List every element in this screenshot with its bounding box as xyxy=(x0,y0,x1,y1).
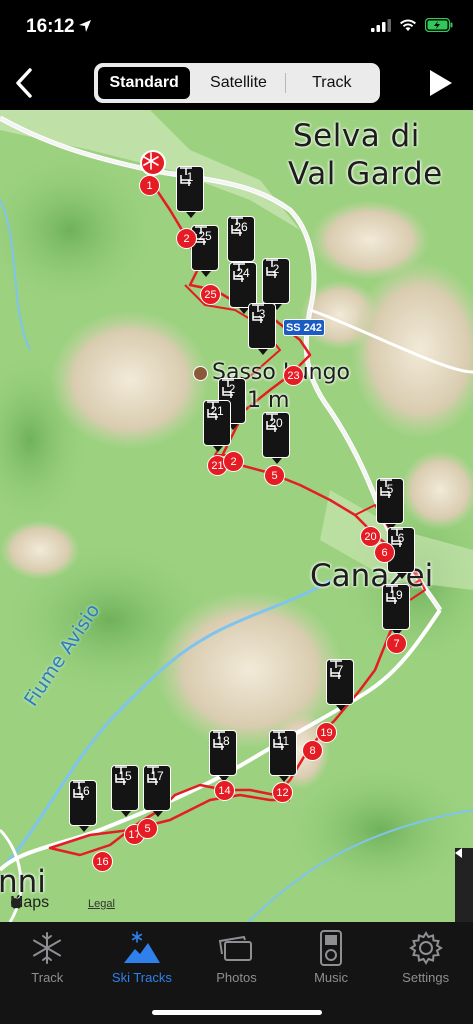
lift-marker[interactable]: 2 xyxy=(262,258,290,310)
segment-satellite[interactable]: Satellite xyxy=(192,65,284,101)
chairlift-icon xyxy=(115,766,127,785)
lift-marker[interactable]: 26 xyxy=(227,216,255,268)
chairlift-icon xyxy=(233,263,245,282)
music-player-icon xyxy=(320,930,343,966)
tab-label: Settings xyxy=(402,970,450,985)
run-marker[interactable]: 25 xyxy=(200,284,221,305)
lift-marker[interactable]: 5 xyxy=(376,478,404,530)
chairlift-icon xyxy=(231,217,243,236)
snowflake-icon xyxy=(33,932,62,964)
road-shield: SS 242 xyxy=(283,319,325,336)
tab-label: Ski Tracks xyxy=(111,970,172,985)
chevron-left-icon xyxy=(16,68,32,98)
location-arrow-icon xyxy=(79,20,91,32)
snowflake-icon xyxy=(143,152,159,170)
lift-marker[interactable]: 21 xyxy=(203,400,231,452)
run-marker[interactable]: 6 xyxy=(374,542,395,563)
run-marker[interactable]: 23 xyxy=(283,365,304,386)
chairlift-icon xyxy=(213,731,225,750)
map-type-segmented-control: Standard Satellite Track xyxy=(94,63,380,103)
run-marker[interactable]: 16 xyxy=(92,851,113,872)
caret-left-icon xyxy=(455,848,462,858)
run-marker[interactable]: 19 xyxy=(316,722,337,743)
lift-marker[interactable]: 19 xyxy=(382,584,410,636)
segment-track[interactable]: Track xyxy=(286,65,378,101)
status-time: 16:12 xyxy=(26,16,75,37)
gear-icon xyxy=(408,931,443,965)
photos-icon xyxy=(219,935,253,961)
maps-attribution: Maps xyxy=(10,894,49,912)
chairlift-icon xyxy=(222,379,234,398)
chairlift-icon xyxy=(147,766,159,785)
lift-marker[interactable]: 3 xyxy=(248,303,276,355)
battery-charging-icon xyxy=(425,18,453,32)
run-marker[interactable]: 7 xyxy=(386,633,407,654)
chairlift-icon xyxy=(180,167,192,186)
map-view[interactable]: Selva di Val Garde Sasso Lungo 81 m Cana… xyxy=(0,110,473,922)
play-button[interactable] xyxy=(425,68,455,98)
chairlift-icon xyxy=(266,413,278,432)
status-bar: 16:12 xyxy=(0,0,473,56)
run-marker[interactable]: 2 xyxy=(223,451,244,472)
lift-marker[interactable]: 18 xyxy=(209,730,237,782)
lift-marker[interactable]: 20 xyxy=(262,412,290,464)
wifi-icon xyxy=(400,19,416,31)
run-marker[interactable]: 14 xyxy=(214,780,235,801)
cellular-signal-icon xyxy=(371,18,391,32)
run-marker[interactable]: 5 xyxy=(264,465,285,486)
side-panel-toggle[interactable] xyxy=(455,848,473,922)
chairlift-icon xyxy=(380,479,392,498)
tab-settings[interactable]: Settings xyxy=(378,928,473,1024)
chairlift-icon xyxy=(73,781,85,800)
place-label-val-gardena: Val Garde xyxy=(288,156,443,192)
lift-marker[interactable]: 24 xyxy=(229,262,257,314)
tab-label: Photos xyxy=(216,970,257,985)
chairlift-icon xyxy=(273,731,285,750)
mountain-icon xyxy=(123,931,160,963)
chairlift-icon xyxy=(252,304,264,323)
segment-standard[interactable]: Standard xyxy=(96,65,193,101)
run-marker[interactable]: 8 xyxy=(302,740,323,761)
start-marker[interactable] xyxy=(140,150,166,176)
legal-link[interactable]: Legal xyxy=(88,898,115,910)
run-marker[interactable]: 1 xyxy=(139,175,160,196)
navigation-bar: Standard Satellite Track xyxy=(0,56,473,110)
lift-marker[interactable]: 11 xyxy=(269,730,297,782)
peak-icon xyxy=(193,366,208,381)
chairlift-icon xyxy=(207,401,219,420)
status-indicators xyxy=(371,18,453,32)
lift-marker[interactable]: 17 xyxy=(143,765,171,817)
apple-logo-icon xyxy=(11,894,22,909)
tab-bar: Track Ski Tracks Photos Music Settings xyxy=(0,922,473,1024)
chairlift-icon xyxy=(266,259,278,278)
tab-label: Music xyxy=(314,970,349,985)
lift-marker[interactable]: 7 xyxy=(326,659,354,711)
back-button[interactable] xyxy=(6,64,42,102)
lift-marker[interactable]: 16 xyxy=(69,780,97,832)
lift-marker[interactable]: 15 xyxy=(111,765,139,817)
tab-track[interactable]: Track xyxy=(0,928,95,1024)
run-marker[interactable]: 12 xyxy=(272,782,293,803)
home-indicator xyxy=(152,1010,322,1015)
tab-label: Track xyxy=(31,970,64,985)
chairlift-icon xyxy=(386,585,398,604)
run-marker[interactable]: 2 xyxy=(176,228,197,249)
run-marker[interactable]: 5 xyxy=(137,818,158,839)
place-label-selva: Selva di xyxy=(293,118,420,154)
chairlift-icon xyxy=(330,660,342,679)
lift-marker[interactable]: 1 xyxy=(176,166,204,218)
